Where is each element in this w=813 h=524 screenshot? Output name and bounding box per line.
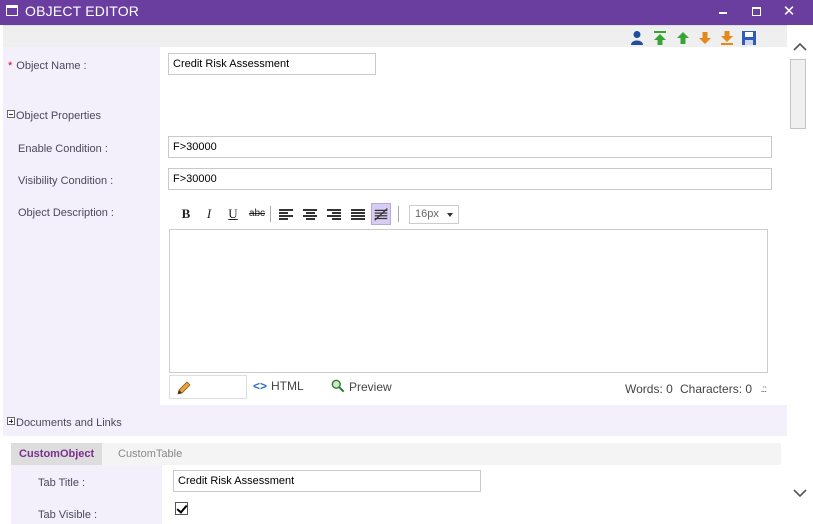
documents-links-label: Documents and Links — [16, 417, 122, 429]
strikethrough-button[interactable]: abc — [247, 203, 267, 225]
object-name-label-text: Object Name : — [16, 60, 87, 72]
chevron-down-icon — [447, 213, 453, 217]
vertical-scrollbar[interactable] — [788, 25, 813, 524]
minimize-button[interactable] — [713, 2, 733, 22]
visibility-condition-label: Visibility Condition : — [18, 175, 114, 187]
character-count: Characters: 0 — [680, 382, 753, 396]
editor-content: * Object Name : Credit Risk Assessment Ob… — [3, 25, 787, 524]
clear-format-icon — [374, 208, 388, 221]
move-down-icon[interactable] — [697, 30, 713, 46]
italic-button[interactable]: I — [199, 203, 219, 225]
align-right-button[interactable] — [324, 203, 344, 225]
toolbar-separator — [398, 206, 399, 222]
label-column — [3, 47, 160, 431]
resize-grip-icon[interactable]: .:: — [761, 384, 767, 395]
align-right-icon — [327, 209, 341, 220]
design-mode-button[interactable] — [169, 375, 247, 399]
align-left-button[interactable] — [276, 203, 296, 225]
scroll-down-icon[interactable] — [791, 485, 809, 501]
documents-links-header[interactable]: Documents and Links — [7, 417, 122, 429]
save-icon[interactable] — [741, 30, 757, 46]
enable-condition-label: Enable Condition : — [18, 143, 108, 155]
object-description-label: Object Description : — [18, 207, 114, 219]
tab-visible-checkbox[interactable] — [175, 502, 188, 515]
maximize-button[interactable] — [746, 2, 766, 22]
description-editor[interactable] — [169, 229, 768, 373]
align-center-icon — [303, 209, 317, 220]
align-left-icon — [279, 209, 293, 220]
word-count: Words: 0 — [625, 382, 673, 396]
collapse-icon[interactable] — [7, 110, 15, 118]
required-marker: * — [8, 60, 13, 72]
align-center-button[interactable] — [300, 203, 320, 225]
scroll-up-icon[interactable] — [791, 39, 809, 55]
pencil-icon — [177, 381, 191, 395]
tab-title-input[interactable]: Credit Risk Assessment — [173, 470, 481, 492]
tab-bar: CustomObject CustomTable — [11, 443, 781, 465]
code-icon: <> — [253, 379, 268, 393]
object-properties-label: Object Properties — [16, 110, 101, 122]
underline-button[interactable]: U — [223, 203, 243, 225]
html-mode-button[interactable]: <> HTML — [253, 379, 304, 393]
toolbar — [3, 25, 787, 47]
justify-icon — [351, 209, 365, 220]
preview-label: Preview — [349, 380, 392, 394]
font-size-select[interactable]: 16px — [409, 205, 459, 224]
magnifier-icon — [331, 379, 345, 393]
title-bar: OBJECT EDITOR ✕ — [0, 0, 813, 25]
user-icon[interactable] — [629, 30, 645, 46]
object-name-label: * Object Name : — [8, 60, 87, 72]
tab-custom-object[interactable]: CustomObject — [11, 443, 103, 465]
tab-visible-label: Tab Visible : — [38, 509, 98, 521]
documents-links-section: Documents and Links — [3, 405, 787, 436]
font-size-value: 16px — [415, 208, 439, 220]
justify-button[interactable] — [348, 203, 368, 225]
html-mode-label: HTML — [271, 379, 304, 393]
object-name-input[interactable]: Credit Risk Assessment — [168, 53, 376, 75]
object-properties-header[interactable]: Object Properties — [7, 110, 101, 122]
tab-title-label: Tab Title : — [38, 477, 86, 489]
bold-button[interactable]: B — [176, 203, 196, 225]
preview-button[interactable]: Preview — [331, 379, 392, 394]
editor-footer: <> HTML Preview Words: 0 Characters: 0 .:… — [169, 375, 768, 399]
close-button[interactable]: ✕ — [779, 2, 799, 22]
move-up-icon[interactable] — [675, 30, 691, 46]
toolbar-separator — [270, 206, 271, 222]
enable-condition-input[interactable]: F>30000 — [168, 136, 772, 158]
tab-custom-table[interactable]: CustomTable — [110, 443, 190, 465]
clear-format-button[interactable] — [371, 203, 391, 225]
move-bottom-icon[interactable] — [719, 30, 735, 46]
move-top-icon[interactable] — [652, 30, 668, 46]
visibility-condition-input[interactable]: F>30000 — [168, 168, 772, 190]
expand-icon[interactable] — [7, 417, 15, 425]
window-icon — [6, 5, 18, 16]
scrollbar-thumb[interactable] — [790, 59, 806, 129]
window-title: OBJECT EDITOR — [25, 3, 140, 19]
